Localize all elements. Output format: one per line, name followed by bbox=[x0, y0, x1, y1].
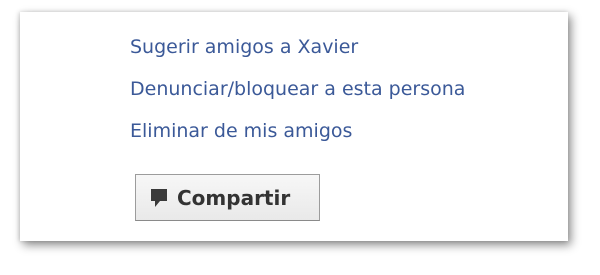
comment-bubble-icon bbox=[150, 188, 168, 208]
remove-friend-link[interactable]: Eliminar de mis amigos bbox=[130, 120, 352, 142]
list-item: Denunciar/bloquear a esta persona bbox=[130, 74, 465, 116]
suggest-friends-link[interactable]: Sugerir amigos a Xavier bbox=[130, 36, 358, 58]
list-item: Sugerir amigos a Xavier bbox=[130, 32, 465, 74]
share-button-label: Compartir bbox=[177, 185, 291, 210]
profile-actions-list: Sugerir amigos a Xavier Denunciar/bloque… bbox=[130, 32, 465, 158]
share-button[interactable]: Compartir bbox=[135, 174, 320, 221]
report-block-link[interactable]: Denunciar/bloquear a esta persona bbox=[130, 78, 465, 100]
list-item: Eliminar de mis amigos bbox=[130, 116, 465, 158]
